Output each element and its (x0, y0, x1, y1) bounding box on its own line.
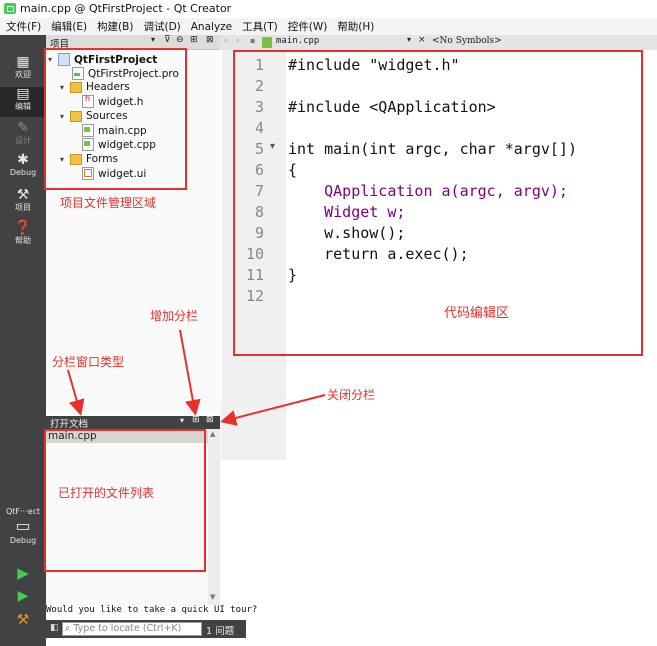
annotation-arrows (67, 329, 326, 426)
arrow-add-split (179, 329, 201, 416)
arrow-close-split (220, 394, 326, 426)
arrow-split-type (67, 369, 85, 416)
